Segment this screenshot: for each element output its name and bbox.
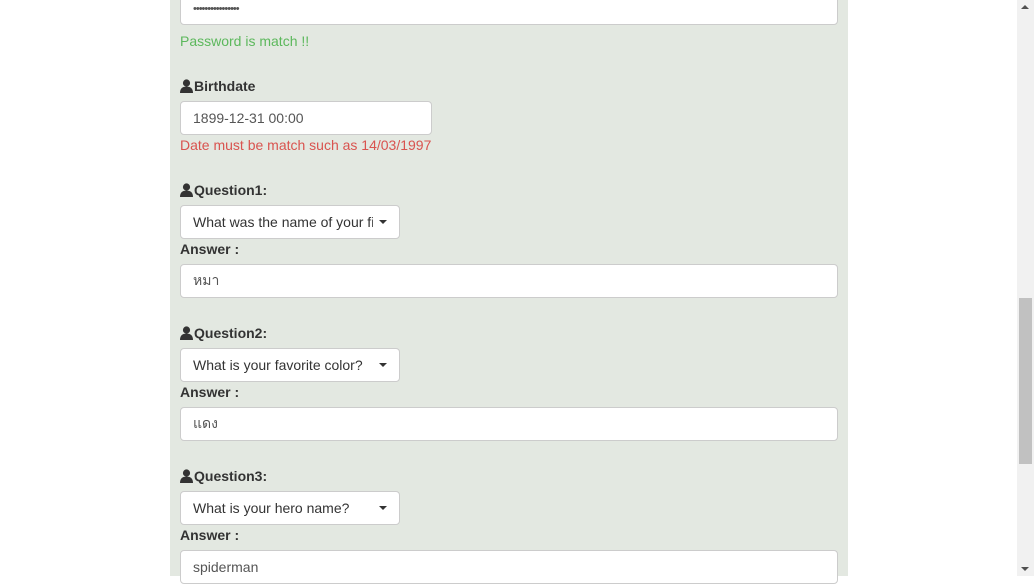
scroll-up-arrow-icon[interactable] <box>1021 5 1029 9</box>
password-status-message: Password is match !! <box>180 33 310 49</box>
answer2-input[interactable]: แดง <box>180 407 838 441</box>
answer2-label: Answer : <box>180 384 240 400</box>
question1-selected-value: What was the name of your fi <box>193 214 373 230</box>
answer2-value: แดง <box>193 415 218 431</box>
scrollbar-thumb[interactable] <box>1019 298 1032 464</box>
question2-label-text: Question2: <box>194 325 268 341</box>
question1-label: Question1: <box>180 182 267 198</box>
password-input[interactable]: •••••••••••••••• <box>180 0 838 25</box>
answer1-label: Answer : <box>180 241 240 257</box>
vertical-scrollbar[interactable] <box>1017 0 1034 576</box>
question2-select[interactable]: What is your favorite color? <box>180 348 400 382</box>
person-icon <box>180 326 193 340</box>
question2-selected-value: What is your favorite color? <box>193 357 363 373</box>
person-icon <box>180 79 193 93</box>
answer1-input[interactable]: หมา <box>180 264 838 298</box>
person-icon <box>180 469 193 483</box>
question3-label: Question3: <box>180 468 267 484</box>
birthdate-label-text: Birthdate <box>194 78 256 94</box>
answer3-label: Answer : <box>180 527 240 543</box>
answer3-input[interactable]: spiderman <box>180 550 838 584</box>
caret-down-icon <box>379 363 387 367</box>
caret-down-icon <box>379 220 387 224</box>
question3-selected-value: What is your hero name? <box>193 500 350 516</box>
question3-select[interactable]: What is your hero name? <box>180 491 400 525</box>
birthdate-value: 1899-12-31 00:00 <box>193 110 304 126</box>
question2-label: Question2: <box>180 325 267 341</box>
question1-label-text: Question1: <box>194 182 268 198</box>
question1-select[interactable]: What was the name of your fi <box>180 205 400 239</box>
birthdate-label: Birthdate <box>180 78 255 94</box>
birthdate-error-message: Date must be match such as 14/03/1997 <box>180 137 432 153</box>
question3-label-text: Question3: <box>194 468 268 484</box>
answer1-value: หมา <box>193 272 220 288</box>
birthdate-input[interactable]: 1899-12-31 00:00 <box>180 101 432 135</box>
person-icon <box>180 183 193 197</box>
caret-down-icon <box>379 506 387 510</box>
scroll-down-arrow-icon[interactable] <box>1021 567 1029 571</box>
password-masked-value: •••••••••••••••• <box>193 2 240 15</box>
answer3-value: spiderman <box>193 559 259 575</box>
